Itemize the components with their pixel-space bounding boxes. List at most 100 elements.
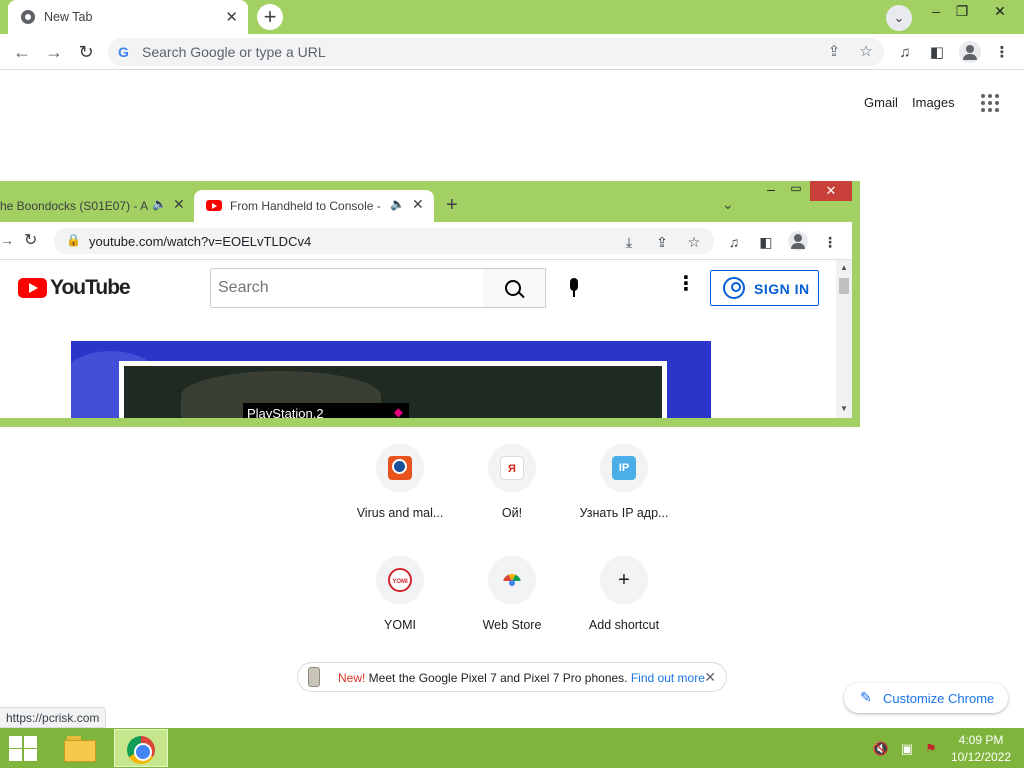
tab-title: he Boondocks (S01E07) - A	[0, 199, 149, 213]
address-url: youtube.com/watch?v=EOELvTLDCv4	[89, 234, 312, 249]
tab-boondocks[interactable]: he Boondocks (S01E07) - A 🔈 ✕	[0, 190, 194, 222]
shortcut-label: YOMI	[384, 618, 416, 632]
shortcut-label: Web Store	[482, 618, 542, 632]
scroll-up-icon[interactable]: ▲	[840, 263, 848, 272]
share-icon[interactable]: ⇪	[824, 42, 844, 62]
search-placeholder: Search	[218, 279, 269, 296]
profile-avatar-icon[interactable]	[959, 41, 981, 63]
media-control-icon[interactable]: ♫	[894, 42, 916, 64]
shortcut-tile: Я	[488, 444, 536, 492]
playstation-logo-icon: ◆	[393, 405, 403, 418]
video-player[interactable]: PlayStation.2 ◆	[71, 341, 711, 418]
tab-youtube-video[interactable]: From Handheld to Console - 🔈 ✕	[194, 190, 434, 222]
close-tab-icon[interactable]: ✕	[173, 196, 185, 213]
shortcut-tile	[376, 444, 424, 492]
close-tab-icon[interactable]: ✕	[225, 8, 238, 26]
bookmark-star-icon[interactable]: ☆	[856, 42, 876, 62]
network-icon[interactable]: ▣	[898, 740, 916, 758]
tab-title: New Tab	[44, 10, 93, 24]
shortcut-web-store[interactable]: Web Store	[456, 556, 568, 656]
address-bar[interactable]: 🔒 youtube.com/watch?v=EOELvTLDCv4	[54, 228, 714, 254]
tab-title: From Handheld to Console -	[230, 199, 381, 213]
volume-muted-icon[interactable]: 🔇	[872, 740, 890, 758]
reload-icon[interactable]: ↻	[74, 40, 98, 64]
speaker-icon[interactable]: 🔈	[390, 197, 405, 211]
speaker-icon[interactable]: 🔈	[152, 197, 167, 211]
sign-in-button[interactable]: SIGN IN	[710, 270, 819, 306]
gmail-link[interactable]: Gmail	[864, 95, 898, 110]
scrollbar[interactable]: ▲ ▼	[836, 260, 852, 418]
profile-avatar-icon[interactable]	[788, 231, 808, 251]
shortcut-label: Узнать IP адр...	[579, 506, 669, 520]
scroll-down-icon[interactable]: ▼	[840, 404, 848, 413]
maximize-button[interactable]: ❐	[946, 0, 978, 24]
add-shortcut-button[interactable]: + Add shortcut	[568, 556, 680, 656]
shortcut-ip[interactable]: IP Узнать IP адр...	[568, 444, 680, 544]
scrollbar-thumb[interactable]	[839, 278, 849, 294]
microphone-icon[interactable]	[560, 272, 590, 302]
pcrisk-favicon-icon	[388, 456, 412, 480]
promo-find-out-more-link[interactable]: Find out more	[631, 671, 705, 685]
pencil-icon: ✎	[860, 689, 872, 705]
address-bar[interactable]: G Search Google or type a URL	[108, 38, 884, 66]
google-apps-grid-icon[interactable]	[981, 94, 999, 112]
shortcut-label: Virus and mal...	[356, 506, 444, 520]
shortcut-tile: +	[600, 556, 648, 604]
promo-close-icon[interactable]: ✕	[704, 669, 716, 686]
minimize-button[interactable]: –	[757, 181, 785, 201]
chrome-icon	[127, 736, 155, 764]
youtube-search-input[interactable]: Search	[210, 268, 484, 308]
windows-start-icon[interactable]	[8, 734, 38, 762]
shortcut-yomi[interactable]: YOMI YOMI	[344, 556, 456, 656]
shortcut-label: Ой!	[501, 506, 523, 520]
address-placeholder: Search Google or type a URL	[142, 44, 326, 60]
new-tab-button[interactable]: +	[257, 4, 283, 30]
side-panel-icon[interactable]: ◧	[756, 232, 776, 252]
new-tab-button[interactable]: +	[446, 194, 458, 217]
youtube-play-icon	[18, 278, 47, 298]
search-icon[interactable]	[483, 268, 546, 308]
tab-new-tab[interactable]: New Tab ✕	[8, 0, 248, 34]
playstation-banner: PlayStation.2 ◆	[243, 403, 409, 418]
settings-kebab-icon[interactable]: ⋮	[676, 274, 696, 297]
lock-icon[interactable]: 🔒	[66, 233, 81, 247]
clock-date: 10/12/2022	[950, 750, 1012, 764]
plus-icon: +	[618, 569, 630, 591]
youtube-favicon-icon	[206, 200, 222, 211]
bookmark-star-icon[interactable]: ☆	[684, 232, 704, 252]
maximize-button[interactable]: ▭	[784, 181, 808, 201]
media-control-icon[interactable]: ♫	[724, 232, 744, 252]
ip-favicon-icon: IP	[612, 456, 636, 480]
account-icon	[723, 277, 745, 299]
yandex-favicon-icon: Я	[500, 456, 524, 480]
install-app-icon[interactable]: ⤓	[619, 232, 639, 252]
back-arrow-icon[interactable]: →	[0, 232, 14, 248]
close-window-button[interactable]: ✕	[810, 181, 852, 201]
file-explorer-icon[interactable]	[62, 732, 98, 764]
tab-search-chevron-icon[interactable]: ⌄	[722, 196, 734, 213]
reload-icon[interactable]: ↻	[24, 230, 37, 250]
close-window-button[interactable]: ✕	[984, 0, 1016, 24]
promo-new-label: New!	[338, 671, 366, 685]
taskbar-chrome-button[interactable]	[114, 729, 168, 767]
clock-time: 4:09 PM	[958, 733, 1004, 747]
shortcut-virus[interactable]: Virus and mal...	[344, 444, 456, 544]
status-bar-url: https://pcrisk.com	[0, 707, 107, 728]
side-panel-icon[interactable]: ◧	[926, 42, 948, 64]
menu-kebab-icon[interactable]: ⋮	[820, 232, 840, 252]
shortcut-oi[interactable]: Я Ой!	[456, 444, 568, 544]
google-g-icon: G	[118, 44, 129, 60]
tab-search-chevron-icon[interactable]: ⌄	[886, 5, 912, 31]
close-tab-icon[interactable]: ✕	[412, 196, 424, 213]
forward-arrow-icon[interactable]: →	[42, 40, 66, 64]
action-center-flag-icon[interactable]: ⚑	[922, 740, 940, 758]
menu-kebab-icon[interactable]: ⋮	[991, 42, 1013, 64]
back-arrow-icon[interactable]: ←	[10, 40, 34, 64]
shortcut-tile: YOMI	[376, 556, 424, 604]
customize-chrome-button[interactable]: ✎ Customize Chrome	[844, 683, 1008, 713]
web-store-favicon-icon	[500, 568, 524, 592]
taskbar-clock[interactable]: 4:09 PM 10/12/2022	[948, 732, 1014, 766]
pixel-phone-icon	[308, 667, 320, 687]
share-icon[interactable]: ⇪	[652, 232, 672, 252]
images-link[interactable]: Images	[912, 95, 955, 110]
